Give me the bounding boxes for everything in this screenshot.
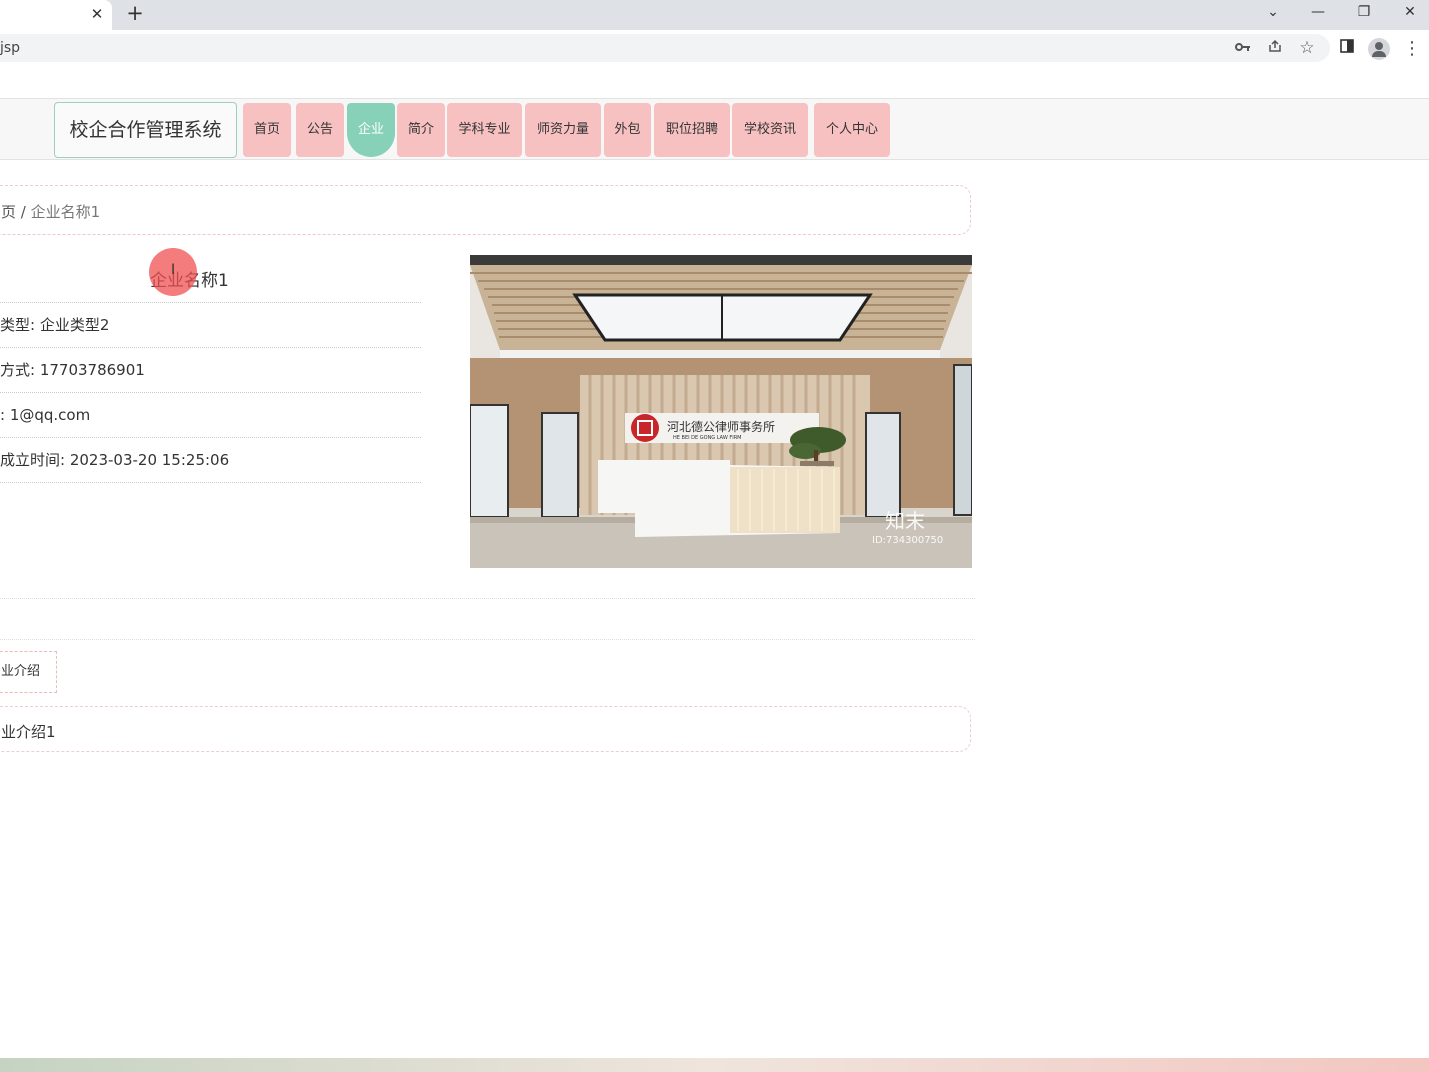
nav-majors[interactable]: 学科专业	[447, 103, 522, 157]
text-cursor-icon: I	[171, 262, 176, 278]
browser-tabstrip: ✕ + ⌄ — ❐ ✕	[0, 0, 1429, 30]
close-window-button[interactable]: ✕	[1398, 1, 1422, 23]
enterprise-contact: 方式: 17703786901	[0, 347, 421, 392]
nav-enterprise[interactable]: 企业	[347, 103, 395, 157]
address-bar[interactable]: jsp ☆	[0, 34, 1330, 62]
breadcrumb-home[interactable]: 页	[1, 203, 16, 221]
detail-divider	[0, 482, 421, 483]
menu-icon[interactable]: ⋮	[1402, 39, 1422, 59]
intro-tab[interactable]: 业介绍	[0, 651, 57, 693]
section-divider	[0, 639, 975, 640]
breadcrumb: 页 / 企业名称1	[0, 185, 971, 235]
watermark-id: ID:734300750	[872, 535, 943, 546]
browser-toolbar: jsp ☆ ⋮	[0, 30, 1429, 68]
nav-notice[interactable]: 公告	[296, 103, 344, 157]
url-text[interactable]: jsp	[0, 40, 20, 56]
nav-intro[interactable]: 简介	[397, 103, 445, 157]
nav-jobs[interactable]: 职位招聘	[654, 103, 730, 157]
profile-icon[interactable]	[1368, 38, 1390, 60]
minimize-button[interactable]: —	[1306, 1, 1330, 23]
sign-english: HE BEI DE GONG LAW FIRM	[673, 435, 742, 441]
watermark-cn: 知末	[885, 509, 925, 533]
enterprise-founded: 成立时间: 2023-03-20 15:25:06	[0, 437, 421, 482]
site-header: 校企合作管理系统 首页 公告 企业 简介 学科专业 师资力量 外包 职位招聘 学…	[0, 98, 1429, 160]
breadcrumb-text: 页 / 企业名称1	[1, 201, 100, 222]
enterprise-type: 类型: 企业类型2	[0, 302, 421, 347]
restore-button[interactable]: ❐	[1352, 1, 1376, 23]
close-tab-icon[interactable]: ✕	[88, 5, 106, 23]
nav-home[interactable]: 首页	[243, 103, 291, 157]
enterprise-photo: 河北德公律师事务所 HE BEI DE GONG LAW FIRM 知末 ID:…	[470, 255, 972, 568]
intro-content: 业介绍1	[1, 723, 56, 741]
site-brand[interactable]: 校企合作管理系统	[54, 102, 237, 158]
bottom-gradient-bar	[0, 1058, 1429, 1072]
nav-faculty[interactable]: 师资力量	[525, 103, 601, 157]
breadcrumb-current: 企业名称1	[30, 203, 101, 221]
enterprise-email: : 1@qq.com	[0, 392, 421, 437]
browser-tab[interactable]: ✕	[0, 0, 112, 30]
nav-outsourcing[interactable]: 外包	[604, 103, 651, 157]
nav-user-center[interactable]: 个人中心	[814, 103, 890, 157]
key-icon[interactable]	[1233, 39, 1253, 57]
breadcrumb-separator: /	[16, 203, 31, 221]
intro-content-box: 业介绍1	[0, 706, 971, 752]
star-icon[interactable]: ☆	[1297, 39, 1317, 57]
sign-chinese: 河北德公律师事务所	[667, 419, 775, 434]
new-tab-button[interactable]: +	[124, 2, 146, 24]
share-icon[interactable]	[1265, 39, 1285, 57]
sidebar-icon[interactable]	[1337, 39, 1357, 59]
nav-school-news[interactable]: 学校资讯	[732, 103, 808, 157]
tab-search-icon[interactable]: ⌄	[1261, 1, 1285, 23]
section-divider	[0, 598, 975, 599]
